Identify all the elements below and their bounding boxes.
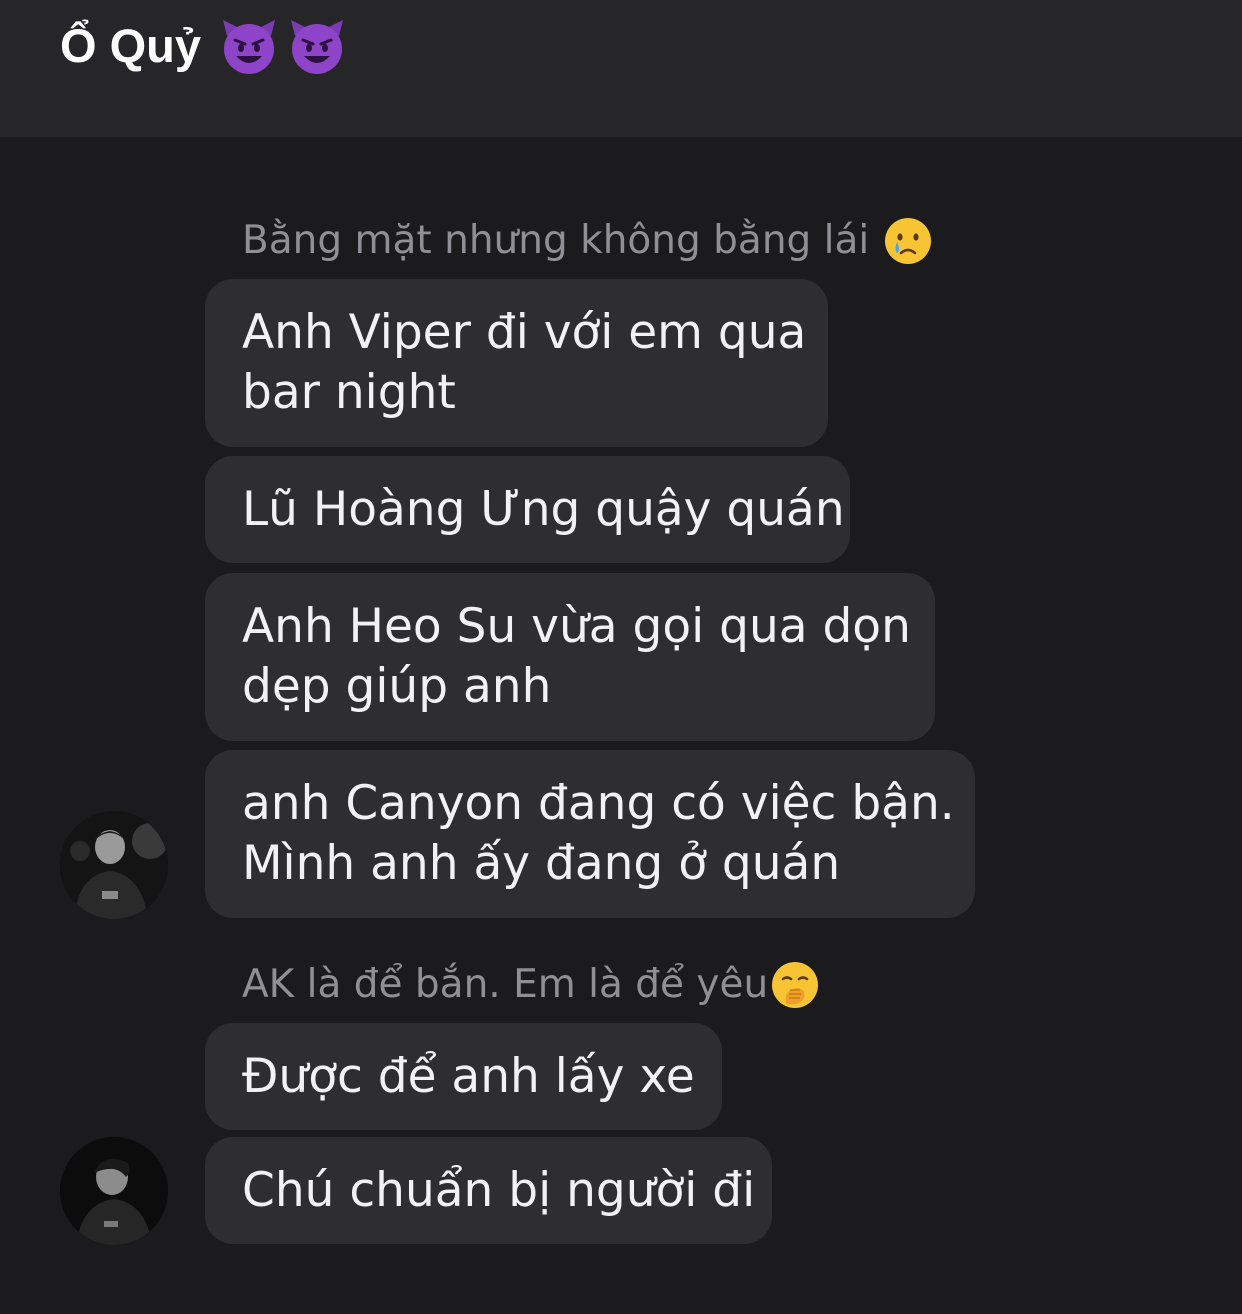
sender-name-text: AK là để bắn. Em là để yêu — [242, 962, 769, 1007]
message-line: Anh Heo Su vừa gọi qua dọn — [242, 599, 911, 654]
message-line: anh Canyon đang có việc bận. — [242, 776, 955, 831]
smiling-devil-emoji-icon — [291, 20, 344, 74]
avatar[interactable] — [60, 811, 168, 919]
chat-title-text: Ổ Quỷ — [60, 19, 202, 72]
message-bubble[interactable]: Lũ Hoàng Ưng quậy quán — [205, 456, 850, 563]
message-bubble[interactable]: anh Canyon đang có việc bận. Mình anh ấy… — [205, 750, 975, 918]
chat-header: Ổ Quỷ — [0, 0, 1242, 137]
message-bubble[interactable]: Chú chuẩn bị người đi — [205, 1137, 772, 1244]
message-line: Chú chuẩn bị người đi — [242, 1162, 756, 1218]
message-line: Lũ Hoàng Ưng quậy quán — [242, 481, 845, 537]
avatar-photo — [60, 1137, 168, 1245]
message-line: dẹp giúp anh — [242, 659, 552, 714]
message-line: Mình anh ấy đang ở quán — [242, 836, 841, 891]
avatar-photo — [60, 811, 168, 919]
message-bubble[interactable]: Anh Viper đi với em qua bar night — [205, 279, 828, 447]
message-line: bar night — [242, 365, 456, 420]
face-with-hand-over-mouth-emoji-icon — [772, 962, 819, 1008]
message-bubble[interactable]: Anh Heo Su vừa gọi qua dọn dẹp giúp anh — [205, 573, 935, 741]
sender-name[interactable]: AK là để bắn. Em là để yêu — [242, 960, 820, 1010]
message-line: Được để anh lấy xe — [242, 1048, 695, 1104]
message-line: Anh Viper đi với em qua — [242, 305, 807, 360]
avatar[interactable] — [60, 1137, 168, 1245]
crying-face-emoji-icon — [885, 218, 932, 264]
chat-title[interactable]: Ổ Quỷ — [60, 16, 347, 76]
sender-name-text: Bằng mặt nhưng không bằng lái — [242, 218, 870, 263]
sender-name[interactable]: Bằng mặt nhưng không bằng lái — [242, 216, 933, 266]
smiling-devil-emoji-icon — [223, 20, 276, 74]
message-bubble[interactable]: Được để anh lấy xe — [205, 1023, 722, 1130]
